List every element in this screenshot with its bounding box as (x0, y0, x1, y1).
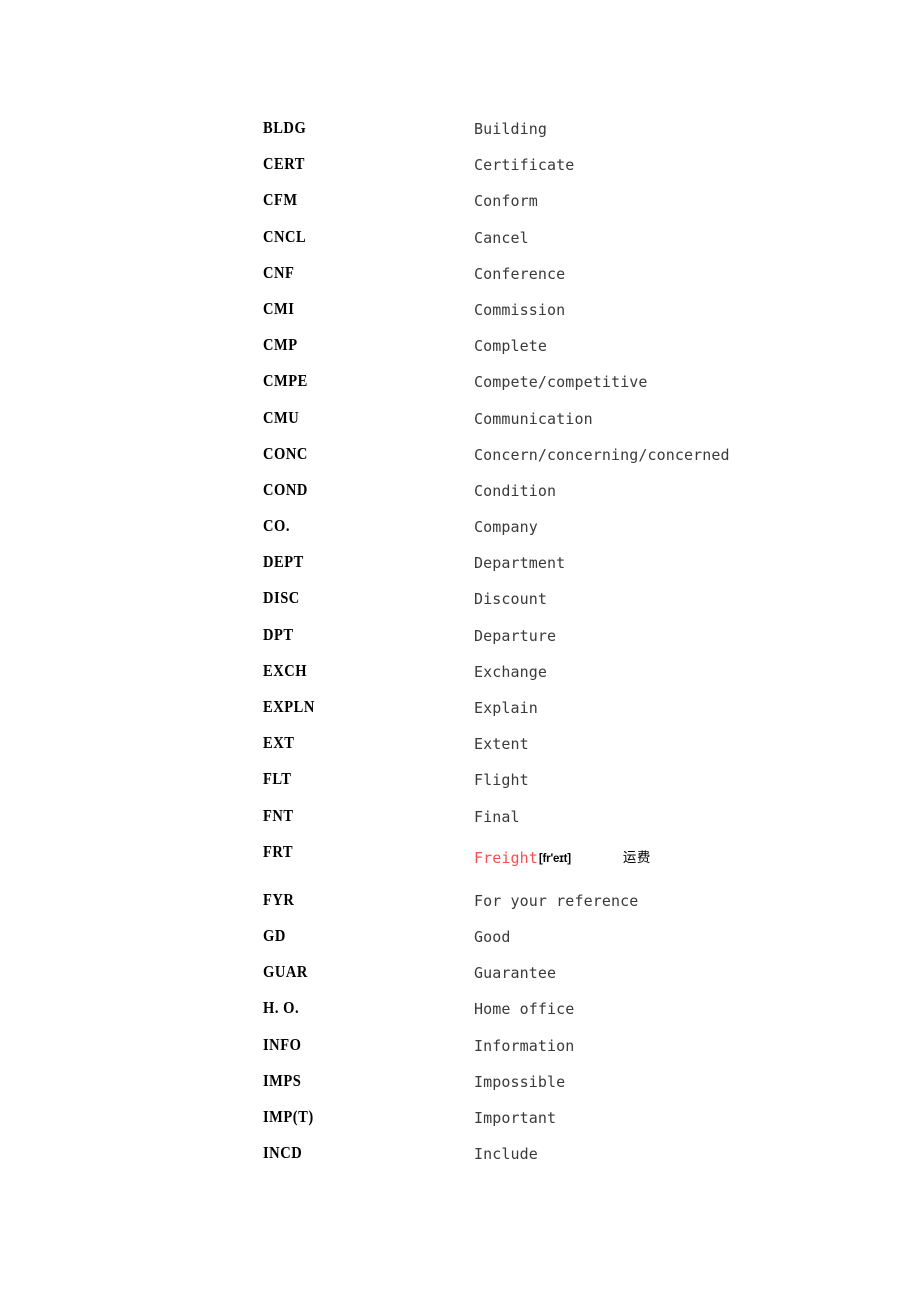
abbreviation-term: EXT (263, 733, 295, 753)
abbreviation-term: CFM (263, 190, 298, 210)
abbreviation-term: FYR (263, 889, 295, 909)
abbreviation-term: IMP(T) (263, 1106, 314, 1126)
abbreviation-definition: Impossible (474, 1072, 566, 1091)
abbreviation-term: CMPE (263, 371, 308, 391)
abbreviation-glossary-list: BLDG Building CERT Certificate CFM Conform CNC… (0, 118, 920, 1179)
glossary-row: CONC Concern/concerning/concerned (0, 444, 920, 480)
abbreviation-definition: Exchange (474, 662, 548, 681)
abbreviation-term: H. O. (263, 998, 300, 1018)
abbreviation-term: CERT (263, 154, 305, 174)
glossary-row: FNT Final (0, 806, 920, 842)
abbreviation-definition: Departure (474, 626, 557, 645)
abbreviation-definition: Freight[fr'eɪt] 运费 (474, 848, 651, 869)
abbreviation-definition: Discount (474, 590, 548, 609)
glossary-row: FYR For your reference (0, 890, 920, 926)
abbreviation-definition: Final (474, 807, 520, 826)
abbreviation-term: GD (263, 925, 286, 945)
abbreviation-term: EXPLN (263, 697, 315, 716)
highlighted-term: Freight (474, 848, 538, 867)
abbreviation-term: DISC (263, 588, 300, 608)
abbreviation-definition: Communication (474, 409, 593, 428)
abbreviation-definition: Cancel (474, 228, 529, 247)
abbreviation-definition: Condition (474, 481, 557, 500)
abbreviation-definition: Flight (474, 771, 529, 790)
glossary-row: CMI Commission (0, 299, 920, 335)
glossary-row: IMP(T) Important (0, 1107, 920, 1143)
glossary-row: CMP Complete (0, 335, 920, 371)
glossary-row: FRT Freight[fr'eɪt] 运费 (0, 842, 920, 890)
glossary-row: CERT Certificate (0, 154, 920, 190)
abbreviation-term: FLT (263, 769, 292, 789)
glossary-row: EXCH Exchange (0, 661, 920, 697)
glossary-row: GD Good (0, 926, 920, 962)
abbreviation-definition: Certificate (474, 156, 575, 175)
abbreviation-definition: Important (474, 1108, 557, 1127)
glossary-row: EXPLN Explain (0, 697, 920, 733)
abbreviation-term: GUAR (263, 962, 308, 982)
document-page: BLDG Building CERT Certificate CFM Conform CNC… (0, 0, 920, 1302)
abbreviation-term: BLDG (263, 118, 307, 137)
glossary-row: GUAR Guarantee (0, 962, 920, 998)
abbreviation-term: CNF (263, 262, 295, 282)
abbreviation-definition: Explain (474, 699, 538, 717)
abbreviation-term: CMI (263, 298, 295, 318)
glossary-row: CFM Conform (0, 190, 920, 226)
glossary-row: BLDG Building (0, 118, 920, 154)
abbreviation-term: INFO (263, 1034, 302, 1054)
abbreviation-definition: Information (474, 1036, 575, 1055)
glossary-row: INCD Include (0, 1143, 920, 1179)
abbreviation-term: IMPS (263, 1070, 302, 1090)
abbreviation-definition: Complete (474, 337, 548, 356)
glossary-row: EXT Extent (0, 733, 920, 769)
glossary-row: IMPS Impossible (0, 1071, 920, 1107)
abbreviation-definition: Guarantee (474, 964, 557, 983)
abbreviation-definition: Home office (474, 1000, 575, 1019)
abbreviation-definition: Extent (474, 735, 529, 754)
abbreviation-term: INCD (263, 1143, 303, 1163)
abbreviation-definition: Compete/competitive (474, 373, 648, 392)
abbreviation-term: EXCH (263, 660, 308, 680)
abbreviation-term: CMU (263, 407, 300, 427)
abbreviation-term: CONC (263, 443, 308, 463)
abbreviation-definition: Company (474, 518, 538, 537)
abbreviation-term: CO. (263, 516, 291, 536)
abbreviation-definition: Good (474, 927, 511, 946)
glossary-row: FLT Flight (0, 769, 920, 805)
abbreviation-term: DEPT (263, 552, 304, 572)
abbreviation-definition: Commission (474, 300, 566, 319)
abbreviation-term: CNCL (263, 226, 307, 246)
abbreviation-term: FNT (263, 805, 294, 825)
glossary-row: CMU Communication (0, 408, 920, 444)
abbreviation-definition: For your reference (474, 891, 639, 910)
abbreviation-definition: Conform (474, 192, 538, 211)
glossary-row: DEPT Department (0, 552, 920, 588)
chinese-translation: 运费 (622, 849, 651, 866)
abbreviation-term: FRT (263, 841, 294, 861)
glossary-row: INFO Information (0, 1035, 920, 1071)
glossary-row: CO. Company (0, 516, 920, 552)
glossary-row: H. O. Home office (0, 998, 920, 1034)
glossary-row: COND Condition (0, 480, 920, 516)
abbreviation-definition: Include (474, 1145, 538, 1164)
glossary-row: CNCL Cancel (0, 227, 920, 263)
abbreviation-term: CMP (263, 335, 298, 355)
abbreviation-definition: Department (474, 554, 566, 573)
abbreviation-term: DPT (263, 624, 294, 644)
abbreviation-definition: Conference (474, 264, 566, 283)
abbreviation-definition: Concern/concerning/concerned (474, 445, 730, 464)
phonetic-transcription: [fr'eɪt] (538, 852, 571, 865)
glossary-row: DISC Discount (0, 588, 920, 624)
glossary-row: DPT Departure (0, 625, 920, 661)
abbreviation-term: COND (263, 479, 308, 499)
glossary-row: CMPE Compete/competitive (0, 371, 920, 407)
abbreviation-definition: Building (474, 120, 548, 138)
glossary-row: CNF Conference (0, 263, 920, 299)
